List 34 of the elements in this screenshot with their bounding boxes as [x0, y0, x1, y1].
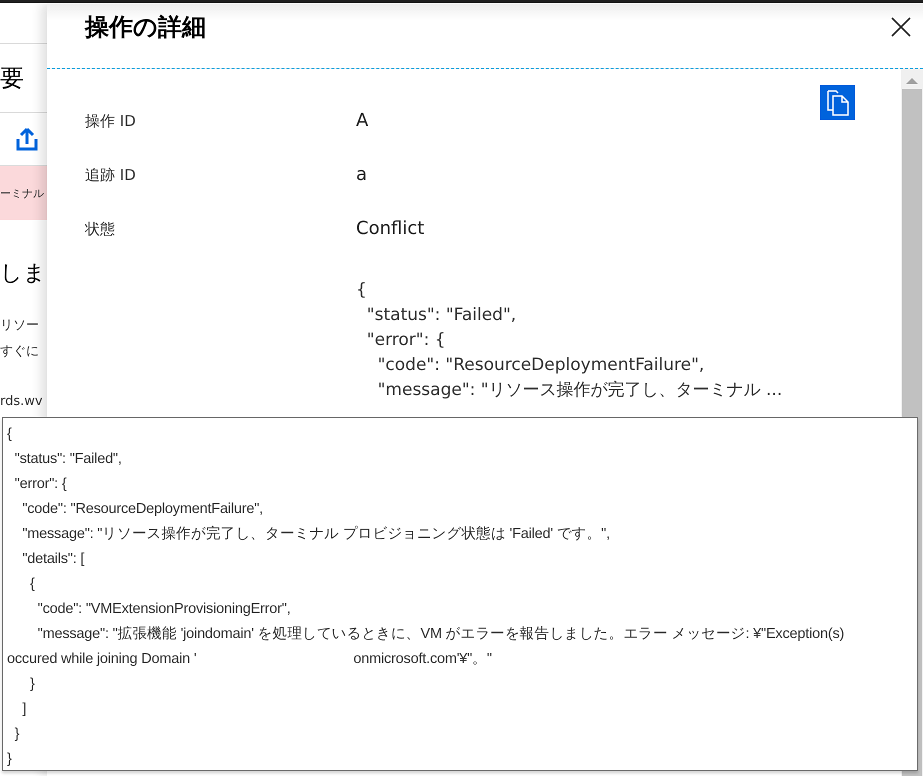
field-value: a: [356, 164, 368, 185]
json-line: occured while joining Domain ' onmicrosoft.com'¥"。": [7, 650, 493, 669]
field-label: 操作 ID: [85, 112, 137, 131]
json-line: "message": "リソース操作が完了し、ターミナル プロビジョニング状態は 'Failed' です。",: [21, 524, 611, 544]
copy-button[interactable]: [820, 85, 855, 120]
json-line: "details": [: [21, 550, 86, 569]
error-banner: ーミナル: [0, 166, 47, 220]
json-line: "message": "拡張機能 'joindomain' を処理しているときに、VM がエラーを報告しました。エラー メッセージ: ¥"Exception(s): [36, 625, 846, 644]
json-line: }: [28, 675, 36, 694]
blade-heading-text: しま: [0, 260, 47, 288]
json-line: "status": "Failed",: [366, 304, 518, 327]
upload-icon[interactable]: [15, 127, 39, 151]
json-line: "error": {: [366, 329, 447, 352]
json-line: }: [7, 750, 13, 769]
blade-text: リソー: [0, 317, 40, 334]
json-line: "status": "Failed",: [14, 450, 123, 469]
blade-text: すぐに: [0, 343, 40, 360]
json-line: "code": "ResourceDeploymentFailure",: [376, 354, 706, 377]
json-line: "code": "ResourceDeploymentFailure",: [21, 500, 264, 519]
json-line: "message": "リソース操作が完了し、ターミナル ...: [376, 379, 784, 402]
field-label: 状態: [85, 220, 116, 239]
field-value: Conflict: [356, 218, 426, 239]
blade-heading: 要: [0, 63, 24, 94]
blade-text: rds.wv: [0, 394, 44, 409]
json-line: {: [7, 425, 13, 444]
panel-title: 操作の詳細: [85, 12, 206, 43]
field-label: 追跡 ID: [85, 166, 137, 185]
field-value: A: [356, 110, 370, 131]
json-line: ]: [21, 700, 28, 719]
json-line: {: [356, 279, 368, 302]
json-line: "error": {: [14, 475, 68, 494]
json-line: {: [28, 575, 36, 594]
json-line: }: [14, 725, 20, 744]
json-line: "code": "VMExtensionProvisioningError",: [36, 600, 292, 619]
